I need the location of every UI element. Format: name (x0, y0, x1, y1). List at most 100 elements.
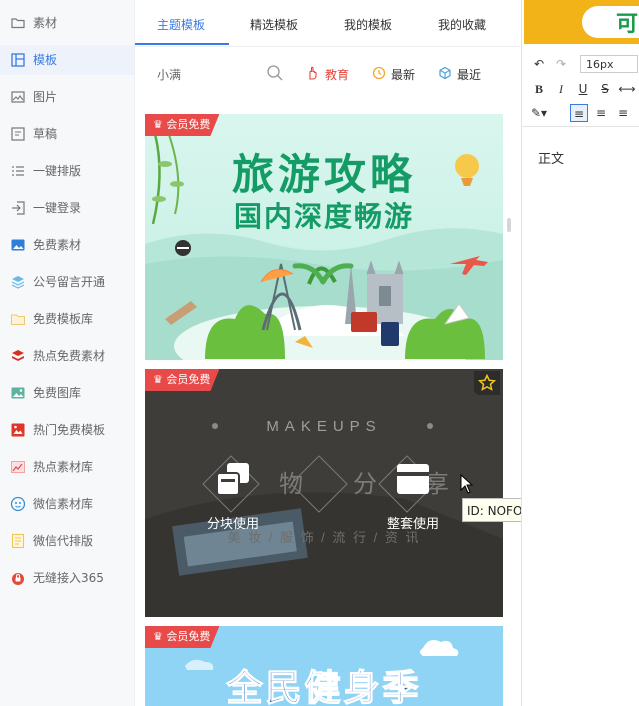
filter-chip-education[interactable]: 教育 (309, 66, 350, 83)
sidebar-item-label: 微信代排版 (33, 534, 94, 548)
layout-icon (11, 53, 25, 67)
editor-toolbar: ↶ ↷ 16px B I U S ⟷ ✎▾ ≡ ≡ ≡ (522, 52, 639, 127)
cube-icon (439, 66, 451, 80)
layers-icon (11, 276, 25, 289)
search-input[interactable]: 小满 (157, 66, 181, 83)
sidebar-item-weixinsucaiku[interactable]: 微信素材库 (0, 489, 134, 519)
login-icon (12, 201, 25, 215)
sidebar-item-label: 图片 (33, 90, 58, 104)
tab-featured-templates[interactable]: 精选模板 (250, 16, 298, 33)
star-icon (478, 374, 496, 391)
align-center-icon[interactable]: ≡ (592, 104, 610, 122)
template-card-travel[interactable]: 旅游攻略 国内深度畅游 ♛ 会员免费 (145, 114, 503, 360)
align-left-icon[interactable]: ≡ (570, 104, 588, 122)
filter-chip-label: 最近 (457, 68, 482, 82)
sidebar-item-label: 草稿 (33, 127, 58, 141)
sidebar-item-label: 免费素材 (33, 238, 82, 252)
use-full-label: 整套使用 (386, 517, 439, 532)
editor-panel: 可 ↶ ↷ 16px B I U S ⟷ ✎▾ ≡ ≡ ≡ 正文 (521, 0, 639, 706)
favorite-button[interactable] (474, 371, 500, 395)
sidebar-item-label: 热点免费素材 (33, 349, 106, 363)
crown-icon: ♛ (153, 630, 163, 643)
sidebar-item-yijianpaiban[interactable]: 一键排版 (0, 156, 134, 186)
redo-icon[interactable]: ↷ (552, 55, 570, 73)
card-bg-line: 美 妆 / 服 饰 / 流 行 / 资 讯 (228, 530, 421, 545)
filter-chip-label: 教育 (325, 68, 350, 82)
sidebar-item-label: 模板 (33, 53, 58, 67)
doc-icon (11, 533, 25, 549)
lock-icon (12, 573, 24, 585)
list-icon (12, 166, 24, 176)
sidebar-item-label: 热门免费模板 (33, 423, 106, 437)
crown-icon: ♛ (153, 373, 163, 386)
sidebar-item-yijiandenglu[interactable]: 一键登录 (0, 193, 134, 223)
use-block-button[interactable]: 分块使用 (193, 461, 273, 532)
card-title: 全民健身季 (225, 667, 421, 706)
image-icon (11, 91, 25, 103)
sidebar-item-wufengjieru[interactable]: 无缝接入365 (0, 563, 134, 593)
tab-theme-templates[interactable]: 主题模板 (157, 16, 205, 33)
sidebar-item-label: 微信素材库 (33, 497, 94, 511)
folder-icon (11, 314, 25, 325)
gallery-icon (11, 387, 25, 399)
badge-label: 会员免费 (166, 373, 211, 386)
undo-icon[interactable]: ↶ (530, 55, 548, 73)
sidebar-item-label: 热点素材库 (33, 460, 94, 474)
clock-icon (372, 66, 386, 80)
card-title: 旅游攻略 (232, 151, 416, 198)
sidebar-item-gonghao[interactable]: 公号留言开通 (0, 267, 134, 297)
vip-free-badge: ♛ 会员免费 (145, 626, 220, 648)
badge-label: 会员免费 (166, 118, 211, 131)
chart-icon (11, 461, 25, 473)
promo-banner[interactable]: 可 (524, 0, 639, 44)
sidebar-item-mianfeimubanku[interactable]: 免费模板库 (0, 304, 134, 334)
template-card-makeups[interactable]: MAKEUPS 物 分 享 美 妆 / 服 饰 / 流 行 / 资 讯 ♛ 会员… (145, 369, 503, 617)
vip-free-badge: ♛ 会员免费 (145, 114, 220, 136)
sidebar-item-label: 免费图库 (33, 386, 82, 400)
full-set-icon (397, 464, 429, 494)
scrollbar-thumb[interactable] (507, 218, 511, 232)
stack-icon (12, 350, 24, 361)
sidebar-item-caogao[interactable]: 草稿 (0, 119, 134, 149)
italic-icon[interactable]: I (552, 80, 570, 98)
sidebar-item-label: 免费模板库 (33, 312, 94, 326)
tab-my-favorites[interactable]: 我的收藏 (438, 16, 486, 33)
template-card-fitness[interactable]: 全民健身季 ♛ 会员免费 (145, 626, 503, 706)
hot-template-icon (11, 423, 25, 437)
sidebar-item-mianfeituku[interactable]: 免费图库 (0, 378, 134, 408)
photo-icon (11, 239, 25, 251)
align-right-icon[interactable]: ≡ (614, 104, 632, 122)
filter-chip-latest[interactable]: 最新 (372, 66, 415, 83)
sidebar-item-muban[interactable]: 模板 (0, 45, 134, 75)
horizontal-rule-icon[interactable]: ⟷ (618, 80, 636, 98)
strikethrough-icon[interactable]: S (596, 80, 614, 98)
badge-label: 会员免费 (166, 630, 211, 643)
vip-free-badge: ♛ 会员免费 (145, 369, 220, 391)
sidebar-item-remenmianfeimuban[interactable]: 热门免费模板 (0, 415, 134, 445)
card-bg-title: MAKEUPS (266, 418, 381, 435)
bold-icon[interactable]: B (530, 80, 548, 98)
search-icon[interactable] (266, 64, 284, 82)
magic-format-icon[interactable]: ✎▾ (530, 104, 548, 122)
sidebar-item-mianfeisucai[interactable]: 免费素材 (0, 230, 134, 260)
tab-my-templates[interactable]: 我的模板 (344, 16, 392, 33)
font-size-select[interactable]: 16px (580, 55, 638, 73)
sidebar-item-weixindaipaiban[interactable]: 微信代排版 (0, 526, 134, 556)
editor-body-text[interactable]: 正文 (538, 148, 564, 167)
sidebar-item-label: 一键登录 (33, 201, 82, 215)
use-full-button[interactable]: 整套使用 (373, 461, 453, 532)
sidebar-item-label: 无缝接入365 (33, 571, 104, 585)
template-tabs: 主题模板 精选模板 我的模板 我的收藏 (135, 0, 520, 47)
sidebar-item-sucai[interactable]: 素材 (0, 8, 134, 38)
sidebar-item-label: 一键排版 (33, 164, 82, 178)
sidebar-item-tupian[interactable]: 图片 (0, 82, 134, 112)
sidebar-item-redianmianfeisucai[interactable]: 热点免费素材 (0, 341, 134, 371)
underline-icon[interactable]: U (574, 80, 592, 98)
draft-icon (11, 127, 25, 141)
sidebar-item-label: 素材 (33, 16, 58, 30)
sidebar-item-label: 公号留言开通 (33, 275, 106, 289)
wechat-icon (10, 496, 26, 512)
hand-icon (309, 66, 317, 80)
sidebar-item-redainsucaiku[interactable]: 热点素材库 (0, 452, 134, 482)
filter-chip-recent[interactable]: 最近 (439, 66, 482, 83)
